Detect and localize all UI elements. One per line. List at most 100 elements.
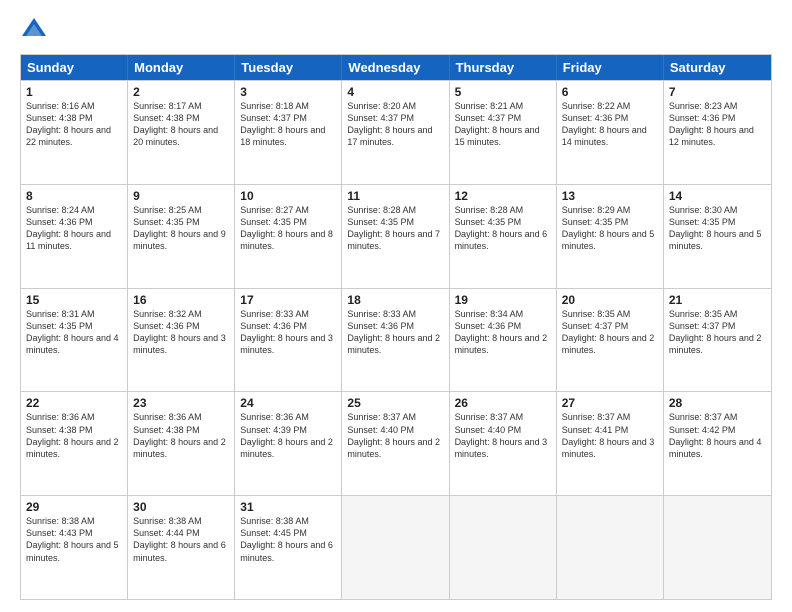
calendar-row-2: 8Sunrise: 8:24 AM Sunset: 4:36 PM Daylig… [21,184,771,288]
day-number: 11 [347,189,443,203]
calendar-row-1: 1Sunrise: 8:16 AM Sunset: 4:38 PM Daylig… [21,80,771,184]
calendar-cell: 30Sunrise: 8:38 AM Sunset: 4:44 PM Dayli… [128,496,235,599]
day-info: Sunrise: 8:31 AM Sunset: 4:35 PM Dayligh… [26,308,122,357]
day-number: 27 [562,396,658,410]
day-number: 9 [133,189,229,203]
day-number: 30 [133,500,229,514]
calendar-cell: 27Sunrise: 8:37 AM Sunset: 4:41 PM Dayli… [557,392,664,495]
day-number: 5 [455,85,551,99]
header-day-friday: Friday [557,55,664,80]
header-day-monday: Monday [128,55,235,80]
day-number: 23 [133,396,229,410]
day-number: 29 [26,500,122,514]
day-info: Sunrise: 8:37 AM Sunset: 4:40 PM Dayligh… [347,411,443,460]
day-info: Sunrise: 8:35 AM Sunset: 4:37 PM Dayligh… [669,308,766,357]
calendar-cell: 12Sunrise: 8:28 AM Sunset: 4:35 PM Dayli… [450,185,557,288]
day-number: 1 [26,85,122,99]
day-info: Sunrise: 8:33 AM Sunset: 4:36 PM Dayligh… [240,308,336,357]
calendar-header: SundayMondayTuesdayWednesdayThursdayFrid… [21,55,771,80]
calendar-cell: 17Sunrise: 8:33 AM Sunset: 4:36 PM Dayli… [235,289,342,392]
header-day-saturday: Saturday [664,55,771,80]
day-number: 25 [347,396,443,410]
calendar-cell: 3Sunrise: 8:18 AM Sunset: 4:37 PM Daylig… [235,81,342,184]
day-number: 15 [26,293,122,307]
day-info: Sunrise: 8:28 AM Sunset: 4:35 PM Dayligh… [347,204,443,253]
calendar-cell: 2Sunrise: 8:17 AM Sunset: 4:38 PM Daylig… [128,81,235,184]
day-info: Sunrise: 8:38 AM Sunset: 4:44 PM Dayligh… [133,515,229,564]
calendar-cell: 5Sunrise: 8:21 AM Sunset: 4:37 PM Daylig… [450,81,557,184]
day-info: Sunrise: 8:36 AM Sunset: 4:39 PM Dayligh… [240,411,336,460]
day-number: 2 [133,85,229,99]
calendar-cell: 9Sunrise: 8:25 AM Sunset: 4:35 PM Daylig… [128,185,235,288]
calendar-cell [664,496,771,599]
day-number: 12 [455,189,551,203]
day-info: Sunrise: 8:25 AM Sunset: 4:35 PM Dayligh… [133,204,229,253]
calendar-cell: 26Sunrise: 8:37 AM Sunset: 4:40 PM Dayli… [450,392,557,495]
calendar-cell: 10Sunrise: 8:27 AM Sunset: 4:35 PM Dayli… [235,185,342,288]
day-info: Sunrise: 8:37 AM Sunset: 4:40 PM Dayligh… [455,411,551,460]
day-number: 10 [240,189,336,203]
day-number: 19 [455,293,551,307]
calendar-cell: 11Sunrise: 8:28 AM Sunset: 4:35 PM Dayli… [342,185,449,288]
calendar: SundayMondayTuesdayWednesdayThursdayFrid… [20,54,772,600]
page: SundayMondayTuesdayWednesdayThursdayFrid… [0,0,792,612]
day-info: Sunrise: 8:30 AM Sunset: 4:35 PM Dayligh… [669,204,766,253]
logo-icon [20,16,48,44]
day-number: 4 [347,85,443,99]
day-number: 26 [455,396,551,410]
calendar-cell: 31Sunrise: 8:38 AM Sunset: 4:45 PM Dayli… [235,496,342,599]
day-number: 20 [562,293,658,307]
calendar-row-3: 15Sunrise: 8:31 AM Sunset: 4:35 PM Dayli… [21,288,771,392]
calendar-cell: 13Sunrise: 8:29 AM Sunset: 4:35 PM Dayli… [557,185,664,288]
calendar-cell: 28Sunrise: 8:37 AM Sunset: 4:42 PM Dayli… [664,392,771,495]
day-number: 6 [562,85,658,99]
day-info: Sunrise: 8:22 AM Sunset: 4:36 PM Dayligh… [562,100,658,149]
day-number: 13 [562,189,658,203]
header-day-thursday: Thursday [450,55,557,80]
day-info: Sunrise: 8:27 AM Sunset: 4:35 PM Dayligh… [240,204,336,253]
calendar-cell: 18Sunrise: 8:33 AM Sunset: 4:36 PM Dayli… [342,289,449,392]
calendar-body: 1Sunrise: 8:16 AM Sunset: 4:38 PM Daylig… [21,80,771,599]
day-number: 7 [669,85,766,99]
calendar-cell [450,496,557,599]
day-number: 21 [669,293,766,307]
day-info: Sunrise: 8:38 AM Sunset: 4:45 PM Dayligh… [240,515,336,564]
calendar-cell [557,496,664,599]
day-number: 28 [669,396,766,410]
calendar-cell: 8Sunrise: 8:24 AM Sunset: 4:36 PM Daylig… [21,185,128,288]
calendar-cell: 4Sunrise: 8:20 AM Sunset: 4:37 PM Daylig… [342,81,449,184]
calendar-cell: 1Sunrise: 8:16 AM Sunset: 4:38 PM Daylig… [21,81,128,184]
day-number: 16 [133,293,229,307]
day-info: Sunrise: 8:24 AM Sunset: 4:36 PM Dayligh… [26,204,122,253]
calendar-cell: 23Sunrise: 8:36 AM Sunset: 4:38 PM Dayli… [128,392,235,495]
day-info: Sunrise: 8:36 AM Sunset: 4:38 PM Dayligh… [26,411,122,460]
day-number: 3 [240,85,336,99]
day-info: Sunrise: 8:18 AM Sunset: 4:37 PM Dayligh… [240,100,336,149]
logo [20,16,52,44]
calendar-cell: 22Sunrise: 8:36 AM Sunset: 4:38 PM Dayli… [21,392,128,495]
calendar-cell: 7Sunrise: 8:23 AM Sunset: 4:36 PM Daylig… [664,81,771,184]
header [20,16,772,44]
day-number: 8 [26,189,122,203]
day-info: Sunrise: 8:23 AM Sunset: 4:36 PM Dayligh… [669,100,766,149]
day-info: Sunrise: 8:37 AM Sunset: 4:41 PM Dayligh… [562,411,658,460]
day-info: Sunrise: 8:17 AM Sunset: 4:38 PM Dayligh… [133,100,229,149]
calendar-cell: 24Sunrise: 8:36 AM Sunset: 4:39 PM Dayli… [235,392,342,495]
day-info: Sunrise: 8:28 AM Sunset: 4:35 PM Dayligh… [455,204,551,253]
day-info: Sunrise: 8:35 AM Sunset: 4:37 PM Dayligh… [562,308,658,357]
day-number: 17 [240,293,336,307]
calendar-cell: 25Sunrise: 8:37 AM Sunset: 4:40 PM Dayli… [342,392,449,495]
day-info: Sunrise: 8:32 AM Sunset: 4:36 PM Dayligh… [133,308,229,357]
header-day-sunday: Sunday [21,55,128,80]
calendar-cell: 19Sunrise: 8:34 AM Sunset: 4:36 PM Dayli… [450,289,557,392]
calendar-row-5: 29Sunrise: 8:38 AM Sunset: 4:43 PM Dayli… [21,495,771,599]
day-info: Sunrise: 8:29 AM Sunset: 4:35 PM Dayligh… [562,204,658,253]
calendar-cell: 20Sunrise: 8:35 AM Sunset: 4:37 PM Dayli… [557,289,664,392]
calendar-cell: 15Sunrise: 8:31 AM Sunset: 4:35 PM Dayli… [21,289,128,392]
calendar-cell: 16Sunrise: 8:32 AM Sunset: 4:36 PM Dayli… [128,289,235,392]
day-info: Sunrise: 8:21 AM Sunset: 4:37 PM Dayligh… [455,100,551,149]
calendar-cell: 21Sunrise: 8:35 AM Sunset: 4:37 PM Dayli… [664,289,771,392]
day-info: Sunrise: 8:38 AM Sunset: 4:43 PM Dayligh… [26,515,122,564]
day-info: Sunrise: 8:20 AM Sunset: 4:37 PM Dayligh… [347,100,443,149]
day-info: Sunrise: 8:36 AM Sunset: 4:38 PM Dayligh… [133,411,229,460]
